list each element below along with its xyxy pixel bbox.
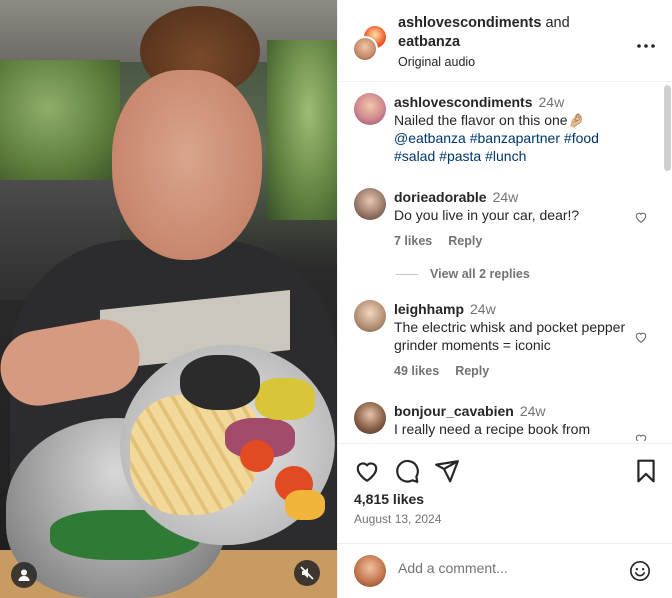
replies-divider bbox=[396, 273, 418, 275]
muted-speaker-icon bbox=[300, 566, 314, 580]
reply-button[interactable]: Reply bbox=[448, 234, 482, 248]
author-link[interactable]: ashlovescondiments bbox=[398, 15, 541, 31]
caption-hashtag[interactable]: #pasta bbox=[439, 148, 481, 164]
caption-hashtag[interactable]: #salad bbox=[394, 148, 435, 164]
tagged-users-button[interactable] bbox=[11, 562, 37, 588]
heart-icon[interactable] bbox=[354, 458, 380, 484]
post-authors: ashlovescondiments and eatbanza Original… bbox=[398, 14, 618, 69]
comment-time[interactable]: 24w bbox=[470, 301, 496, 317]
caption-hashtag[interactable]: #food bbox=[564, 130, 599, 146]
avatar[interactable] bbox=[352, 36, 378, 62]
comment-text: Do you live in your car, dear!? bbox=[394, 207, 580, 223]
view-replies-button[interactable]: View all 2 replies bbox=[396, 267, 530, 281]
post-media[interactable] bbox=[0, 0, 337, 598]
author-link[interactable]: eatbanza bbox=[398, 34, 460, 50]
comments-scrollbar[interactable] bbox=[664, 85, 671, 171]
comment-username[interactable]: dorieadorable bbox=[394, 189, 487, 205]
collab-avatars[interactable] bbox=[352, 24, 390, 62]
comment-likes[interactable]: 7 likes bbox=[394, 234, 432, 248]
media-pepper-grinder bbox=[180, 355, 260, 410]
caption-mention[interactable]: @eatbanza bbox=[394, 130, 466, 146]
more-options-button[interactable] bbox=[637, 32, 655, 53]
comments-list[interactable]: ashlovescondiments 24w Nailed the flavor … bbox=[338, 83, 672, 441]
avatar[interactable] bbox=[354, 188, 386, 220]
share-icon[interactable] bbox=[434, 458, 460, 484]
comment-time[interactable]: 24w bbox=[539, 94, 565, 110]
comment-like-heart-icon[interactable] bbox=[634, 330, 648, 344]
media-person-face bbox=[112, 70, 262, 260]
comment-icon[interactable] bbox=[394, 458, 420, 484]
add-comment-bar bbox=[338, 543, 672, 598]
caption-hashtag[interactable]: #lunch bbox=[485, 148, 526, 164]
avatar[interactable] bbox=[354, 402, 386, 434]
author-joiner: and bbox=[541, 15, 570, 31]
comment-text: I really need a recipe book from bbox=[394, 421, 591, 437]
comment-time[interactable]: 24w bbox=[493, 189, 519, 205]
media-car-window-right bbox=[267, 40, 337, 220]
comment-username[interactable]: ashlovescondiments bbox=[394, 94, 533, 110]
likes-count[interactable]: 4,815 likes bbox=[354, 491, 424, 507]
post-header: ashlovescondiments and eatbanza Original… bbox=[338, 0, 672, 82]
media-pepperoncini bbox=[255, 378, 315, 420]
comment-username[interactable]: leighhamp bbox=[394, 301, 464, 317]
comment-input[interactable] bbox=[398, 560, 618, 576]
avatar bbox=[354, 555, 386, 587]
caption-text: Nailed the flavor on this one🤌🏼 bbox=[394, 112, 585, 128]
post-details-pane: ashlovescondiments and eatbanza Original… bbox=[337, 0, 672, 598]
media-yellow-tomato bbox=[285, 490, 325, 520]
audio-link[interactable]: Original audio bbox=[398, 55, 618, 69]
post-actions: 4,815 likes August 13, 2024 bbox=[338, 443, 672, 543]
comment-time[interactable]: 24w bbox=[520, 403, 546, 419]
avatar[interactable] bbox=[354, 300, 386, 332]
comment-text: The electric whisk and pocket pepper gri… bbox=[394, 319, 626, 353]
reply-button[interactable]: Reply bbox=[455, 364, 489, 378]
media-car-window-left bbox=[0, 60, 120, 180]
user-tag-icon bbox=[18, 569, 30, 581]
bookmark-icon[interactable] bbox=[633, 458, 659, 484]
comment-like-heart-icon[interactable] bbox=[634, 432, 648, 441]
emoji-icon[interactable] bbox=[629, 560, 651, 582]
comment-like-heart-icon[interactable] bbox=[634, 210, 648, 224]
audio-toggle-button[interactable] bbox=[294, 560, 320, 586]
avatar[interactable] bbox=[354, 93, 386, 125]
view-replies-label: View all 2 replies bbox=[430, 267, 530, 281]
post-date[interactable]: August 13, 2024 bbox=[354, 512, 441, 526]
comment-likes[interactable]: 49 likes bbox=[394, 364, 439, 378]
more-horizontal-icon bbox=[637, 44, 655, 48]
caption-hashtag[interactable]: #banzapartner bbox=[470, 130, 560, 146]
media-tomato bbox=[240, 440, 274, 472]
comment-username[interactable]: bonjour_cavabien bbox=[394, 403, 514, 419]
